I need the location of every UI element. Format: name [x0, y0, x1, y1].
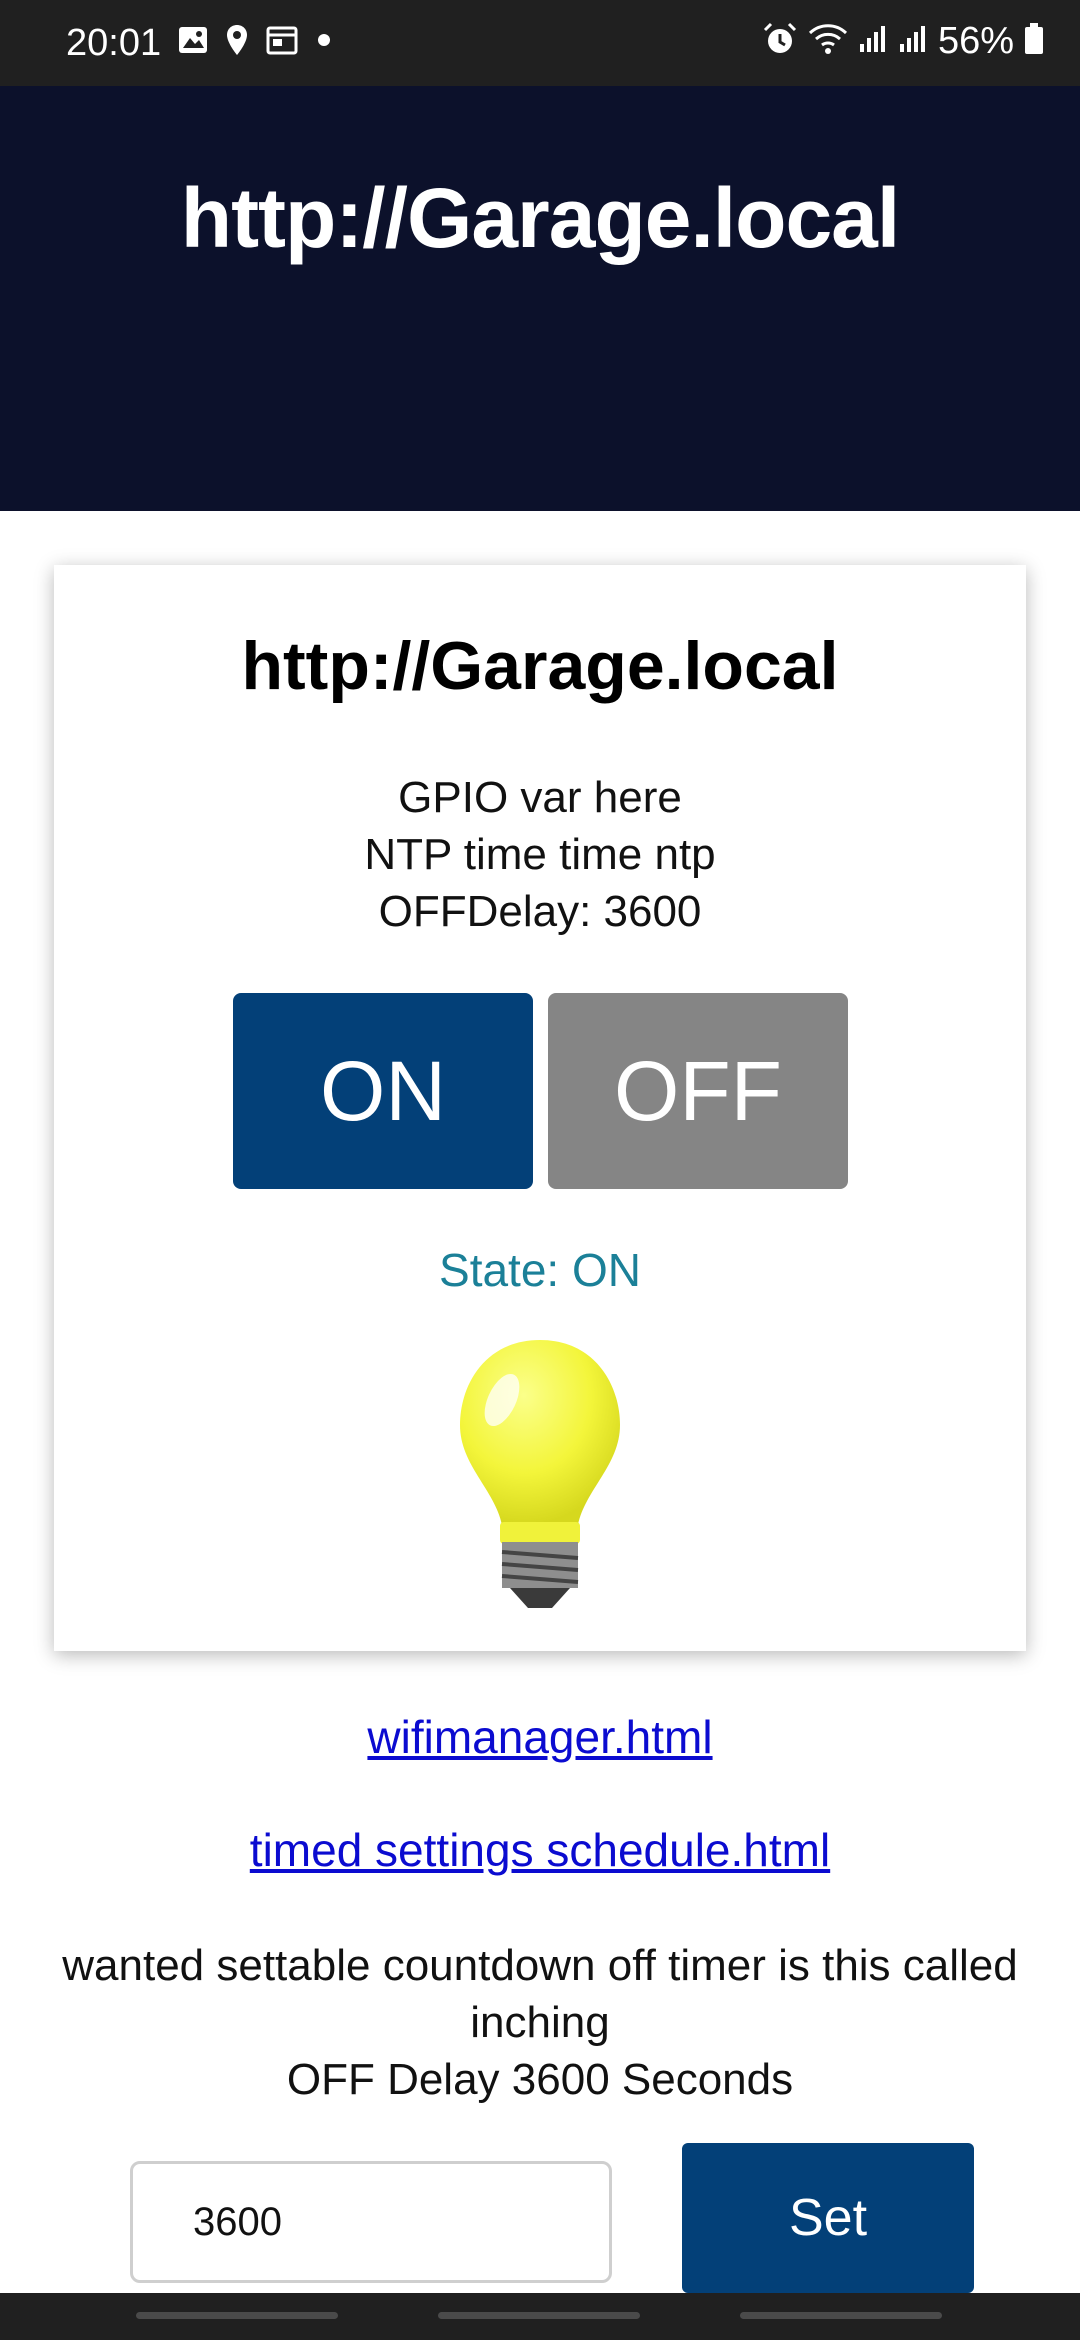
state-text: State: ON — [439, 1244, 641, 1296]
delay-input[interactable] — [130, 2161, 612, 2283]
dot-icon — [316, 32, 332, 53]
signal-icon — [858, 24, 888, 59]
card-title: http://Garage.local — [241, 628, 839, 704]
gallery-icon — [178, 26, 208, 59]
signal-icon — [898, 24, 928, 59]
nav-recent-button[interactable] — [136, 2312, 338, 2319]
timed-settings-link[interactable]: timed settings schedule.html — [0, 1823, 1080, 1877]
battery-icon — [1024, 23, 1044, 60]
status-time: 20:01 — [66, 22, 162, 64]
alarm-icon — [762, 22, 798, 61]
header-title: http://Garage.local — [180, 171, 900, 265]
page-header: http://Garage.local — [0, 86, 1080, 511]
nav-back-button[interactable] — [740, 2312, 942, 2319]
wifi-icon — [808, 23, 848, 60]
nav-home-button[interactable] — [438, 2312, 640, 2319]
on-button[interactable]: ON — [233, 993, 533, 1189]
control-card: http://Garage.local GPIO var here NTP ti… — [54, 565, 1026, 1651]
location-icon — [226, 24, 248, 61]
navigation-bar — [0, 2293, 1080, 2340]
battery-percent: 56% — [937, 20, 1014, 62]
off-delay-text: OFF Delay 3600 Seconds — [286, 2055, 794, 2104]
description-text: wanted settable countdown off timer is t… — [62, 1941, 1018, 2047]
ntp-text: NTP time time ntp — [364, 830, 716, 879]
status-bar: 20:01 56% — [0, 0, 1080, 86]
wifimanager-link[interactable]: wifimanager.html — [0, 1710, 1080, 1764]
offdelay-text: OFFDelay: 3600 — [378, 887, 702, 936]
off-button[interactable]: OFF — [548, 993, 848, 1189]
gpio-text: GPIO var here — [398, 773, 682, 822]
calendar-icon — [266, 25, 298, 60]
light-bulb-icon — [440, 1330, 640, 1620]
set-button[interactable]: Set — [682, 2143, 974, 2293]
